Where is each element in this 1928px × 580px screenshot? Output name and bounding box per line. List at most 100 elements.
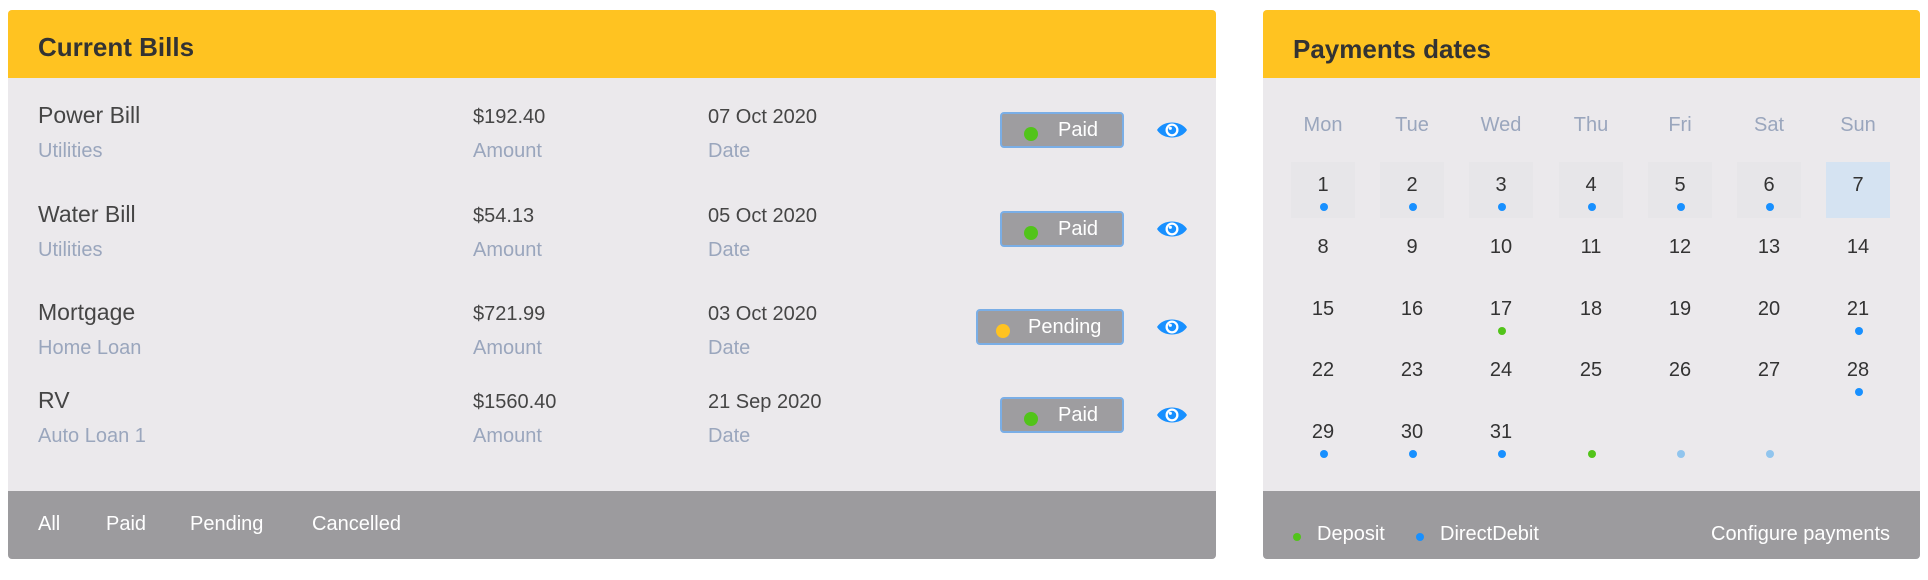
configure-payments-link[interactable]: Configure payments [1711,523,1890,546]
calendar-day[interactable]: 8 [1291,224,1355,280]
status-dot [1024,127,1038,141]
calendar-day[interactable]: 22 [1291,347,1355,403]
status-dot [1024,226,1038,240]
calendar-day[interactable]: 13 [1737,224,1801,280]
filter-tab-all[interactable]: All [38,513,60,536]
day-number: 16 [1400,298,1424,320]
day-number: 27 [1757,359,1781,381]
filter-tab-paid[interactable]: Paid [106,513,146,536]
status-badge[interactable]: Paid [1000,112,1124,148]
weekday-header: Mon [1303,114,1343,136]
status-badge[interactable]: Paid [1000,211,1124,247]
status-label: Paid [1058,218,1099,240]
calendar-day[interactable]: 14 [1826,224,1890,280]
calendar-day[interactable]: 27 [1737,347,1801,403]
calendar-day[interactable]: 18 [1559,286,1623,342]
status-badge[interactable]: Paid [1000,397,1124,433]
calendar-empty-cell [1559,409,1623,465]
day-number: 3 [1495,174,1507,196]
calendar-day[interactable]: 5 [1648,162,1712,218]
eye-icon[interactable] [1156,403,1188,427]
calendar-day[interactable]: 21 [1826,286,1890,342]
day-number: 19 [1668,298,1692,320]
weekday-header: Fri [1668,114,1692,136]
bill-amount: $192.40 [473,106,546,128]
weekday-header: Wed [1480,114,1522,136]
eye-icon[interactable] [1156,217,1188,241]
debit-legend-label: DirectDebit [1440,523,1539,545]
bill-date: 07 Oct 2020 [708,106,817,128]
day-number: 2 [1406,174,1418,196]
calendar-day[interactable]: 17 [1469,286,1533,342]
eye-icon[interactable] [1156,118,1188,142]
bill-date: 21 Sep 2020 [708,391,822,413]
current-bills-card: Current Bills Power Bill Utilities $192.40… [8,10,1216,559]
payment-dot [1320,203,1328,211]
payment-dot [1498,203,1506,211]
bill-date: 05 Oct 2020 [708,205,817,227]
calendar-day[interactable]: 11 [1559,224,1623,280]
bill-amount: $721.99 [473,303,546,325]
payment-dot [1409,450,1417,458]
day-number: 1 [1317,174,1329,196]
day-number: 13 [1757,236,1781,258]
weekday-header: Thu [1573,114,1609,136]
status-label: Paid [1058,119,1099,141]
day-number: 20 [1757,298,1781,320]
calendar-day[interactable]: 16 [1380,286,1444,342]
payments-dates-header: Payments dates [1263,10,1920,78]
day-number: 14 [1846,236,1870,258]
bill-name: RV [38,387,70,413]
calendar-day[interactable]: 25 [1559,347,1623,403]
amount-label: Amount [473,337,542,359]
bill-row: RV Auto Loan 1 $1560.40 Amount 21 Sep 2020 Da… [8,387,1216,467]
calendar-day[interactable]: 6 [1737,162,1801,218]
calendar-day[interactable]: 23 [1380,347,1444,403]
status-label: Pending [1028,316,1102,338]
day-number: 4 [1585,174,1597,196]
calendar-day[interactable]: 1 [1291,162,1355,218]
calendar-day[interactable]: 10 [1469,224,1533,280]
calendar-empty-cell [1648,409,1712,465]
calendar-day[interactable]: 19 [1648,286,1712,342]
day-number: 29 [1311,421,1335,443]
payment-dot [1855,388,1863,396]
calendar-day[interactable]: 12 [1648,224,1712,280]
current-bills-title: Current Bills [38,32,195,62]
calendar-day[interactable]: 26 [1648,347,1712,403]
payment-dot [1677,203,1685,211]
bill-category: Home Loan [38,337,142,359]
deposit-legend-dot [1293,533,1301,541]
calendar-day[interactable]: 9 [1380,224,1444,280]
amount-label: Amount [473,140,542,162]
calendar-day[interactable]: 4 [1559,162,1623,218]
status-badge[interactable]: Pending [976,309,1124,345]
day-number: 8 [1317,236,1329,258]
eye-icon[interactable] [1156,315,1188,339]
calendar-day[interactable]: 30 [1380,409,1444,465]
day-number: 18 [1579,298,1603,320]
calendar-day[interactable]: 15 [1291,286,1355,342]
calendar-day[interactable]: 20 [1737,286,1801,342]
calendar-day[interactable]: 2 [1380,162,1444,218]
calendar-day[interactable]: 29 [1291,409,1355,465]
filter-tab-pending[interactable]: Pending [190,513,263,536]
filter-tab-cancelled[interactable]: Cancelled [312,513,401,536]
day-number: 15 [1311,298,1335,320]
bill-date: 03 Oct 2020 [708,303,817,325]
calendar-day[interactable]: 28 [1826,347,1890,403]
calendar-day[interactable]: 31 [1469,409,1533,465]
payments-dates-card: Payments dates Mon Tue Wed Thu Fri Sat Sun 1 2 3 4… [1263,10,1920,559]
payment-dot [1677,450,1685,458]
calendar-footer: Deposit DirectDebit Configure payments [1263,491,1920,559]
bill-filter-bar: All Paid Pending Cancelled [8,491,1216,559]
calendar-day[interactable]: 3 [1469,162,1533,218]
date-label: Date [708,337,751,359]
bill-row: Mortgage Home Loan $721.99 Amount 03 Oct 202… [8,299,1216,379]
payments-dates-title: Payments dates [1293,34,1491,64]
calendar-day-selected[interactable]: 7 [1826,162,1890,218]
bill-amount: $1560.40 [473,391,557,413]
bill-category: Utilities [38,239,103,261]
weekday-header: Tue [1395,114,1429,136]
calendar-day[interactable]: 24 [1469,347,1533,403]
